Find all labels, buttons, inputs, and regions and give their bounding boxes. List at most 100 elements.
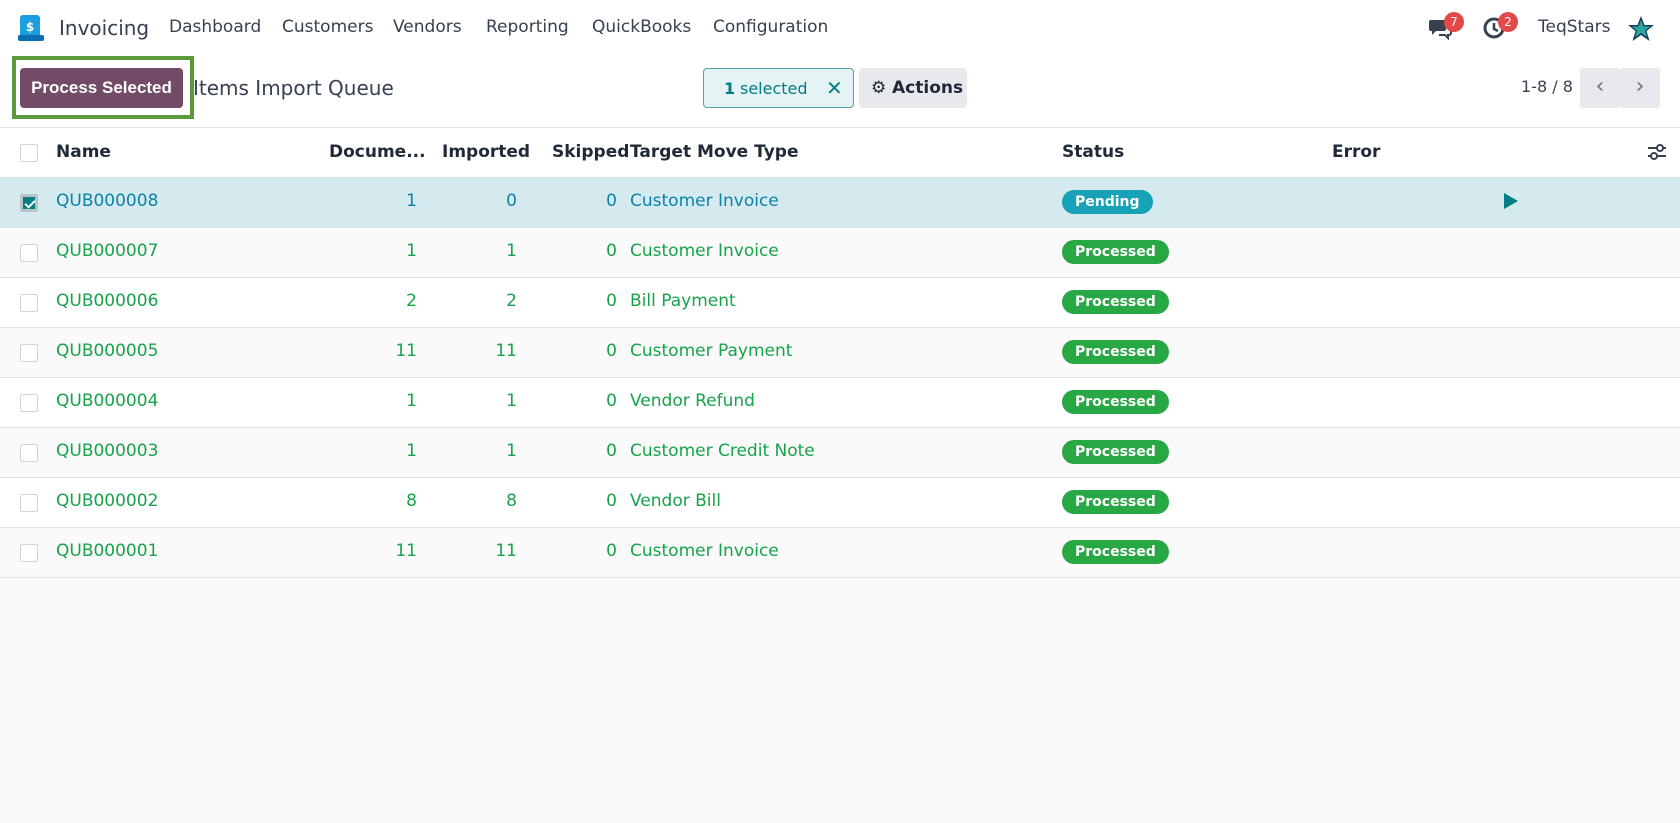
cell-target-move-type: Customer Credit Note xyxy=(630,441,815,461)
select-all-checkbox[interactable] xyxy=(20,144,38,162)
header-documents[interactable]: Docume... xyxy=(329,142,426,162)
pager-previous-chevron-left-icon[interactable]: ‹ xyxy=(1580,68,1620,108)
status-badge: Processed xyxy=(1062,490,1169,514)
status-badge: Processed xyxy=(1062,440,1169,464)
status-badge: Processed xyxy=(1062,390,1169,414)
cell-target-move-type: Bill Payment xyxy=(630,291,736,311)
status-badge: Processed xyxy=(1062,540,1169,564)
cell-name: QUB000008 xyxy=(56,191,159,211)
cell-imported: 2 xyxy=(506,291,517,311)
cell-target-move-type: Vendor Refund xyxy=(630,391,755,411)
selected-label: selected xyxy=(740,79,808,98)
cell-name: QUB000001 xyxy=(56,541,159,561)
nav-quickbooks[interactable]: QuickBooks xyxy=(592,17,691,37)
cell-documents: 11 xyxy=(395,541,417,561)
nav-vendors[interactable]: Vendors xyxy=(393,17,462,37)
row-checkbox[interactable] xyxy=(20,194,38,212)
cell-documents: 11 xyxy=(395,341,417,361)
table-row[interactable]: QUB000005 11 11 0 Customer Payment Proce… xyxy=(0,328,1680,378)
nav-reporting[interactable]: Reporting xyxy=(486,17,569,37)
page-title: Items Import Queue xyxy=(193,76,394,100)
play-process-icon[interactable] xyxy=(1503,192,1519,210)
cell-name: QUB000005 xyxy=(56,341,159,361)
cell-imported: 11 xyxy=(495,541,517,561)
cell-target-move-type: Customer Invoice xyxy=(630,541,779,561)
svg-text:$: $ xyxy=(26,20,34,34)
header-error[interactable]: Error xyxy=(1332,142,1380,162)
row-checkbox[interactable] xyxy=(20,494,38,512)
cell-imported: 11 xyxy=(495,341,517,361)
optional-columns-settings-icon[interactable] xyxy=(1647,142,1667,162)
nav-dashboard[interactable]: Dashboard xyxy=(169,17,261,37)
cell-imported: 1 xyxy=(506,441,517,461)
cell-skipped: 0 xyxy=(606,541,617,561)
cell-imported: 1 xyxy=(506,391,517,411)
cell-name: QUB000006 xyxy=(56,291,159,311)
header-imported[interactable]: Imported xyxy=(442,142,530,162)
selection-indicator: 1 selected ✕ xyxy=(703,68,854,108)
header-target-move-type[interactable]: Target Move Type xyxy=(630,142,799,162)
row-checkbox[interactable] xyxy=(20,544,38,562)
cell-skipped: 0 xyxy=(606,441,617,461)
status-badge: Processed xyxy=(1062,290,1169,314)
cell-target-move-type: Vendor Bill xyxy=(630,491,721,511)
cell-documents: 1 xyxy=(406,391,417,411)
table-row[interactable]: QUB000004 1 1 0 Vendor Refund Processed xyxy=(0,378,1680,428)
table-row[interactable]: QUB000001 11 11 0 Customer Invoice Proce… xyxy=(0,528,1680,578)
selected-count: 1 xyxy=(724,79,736,98)
app-name[interactable]: Invoicing xyxy=(59,16,149,40)
table-row[interactable]: QUB000002 8 8 0 Vendor Bill Processed xyxy=(0,478,1680,528)
row-checkbox[interactable] xyxy=(20,294,38,312)
cell-imported: 0 xyxy=(506,191,517,211)
messages-badge: 7 xyxy=(1444,12,1464,32)
table-row[interactable]: QUB000008 1 0 0 Customer Invoice Pending xyxy=(0,178,1680,228)
gear-icon: ⚙ xyxy=(871,78,887,98)
cell-target-move-type: Customer Invoice xyxy=(630,191,779,211)
cell-skipped: 0 xyxy=(606,391,617,411)
cell-imported: 8 xyxy=(506,491,517,511)
nav-customers[interactable]: Customers xyxy=(282,17,373,37)
clear-selection-icon[interactable]: ✕ xyxy=(826,76,843,100)
table-row[interactable]: QUB000007 1 1 0 Customer Invoice Process… xyxy=(0,228,1680,278)
row-checkbox[interactable] xyxy=(20,244,38,262)
cell-skipped: 0 xyxy=(606,191,617,211)
cell-name: QUB000007 xyxy=(56,241,159,261)
cell-target-move-type: Customer Payment xyxy=(630,341,793,361)
actions-button[interactable]: ⚙ Actions xyxy=(859,68,967,108)
table-row[interactable]: QUB000003 1 1 0 Customer Credit Note Pro… xyxy=(0,428,1680,478)
import-queue-table: Name Docume... Imported Skipped Target M… xyxy=(0,128,1680,578)
process-selected-button[interactable]: Process Selected xyxy=(20,68,183,108)
status-badge: Processed xyxy=(1062,340,1169,364)
cell-documents: 1 xyxy=(406,241,417,261)
row-checkbox[interactable] xyxy=(20,444,38,462)
cell-documents: 8 xyxy=(406,491,417,511)
company-star-logo-icon[interactable] xyxy=(1626,14,1656,44)
header-status[interactable]: Status xyxy=(1062,142,1124,162)
cell-skipped: 0 xyxy=(606,491,617,511)
user-name[interactable]: TeqStars xyxy=(1538,17,1610,37)
cell-documents: 1 xyxy=(406,441,417,461)
table-header: Name Docume... Imported Skipped Target M… xyxy=(0,128,1680,178)
row-checkbox[interactable] xyxy=(20,344,38,362)
row-checkbox[interactable] xyxy=(20,394,38,412)
pager-next-chevron-right-icon[interactable]: › xyxy=(1620,68,1660,108)
invoicing-app-icon[interactable]: $ xyxy=(18,15,44,41)
cell-target-move-type: Customer Invoice xyxy=(630,241,779,261)
header-skipped[interactable]: Skipped xyxy=(552,142,629,162)
table-row[interactable]: QUB000006 2 2 0 Bill Payment Processed xyxy=(0,278,1680,328)
status-badge: Pending xyxy=(1062,190,1153,214)
pager-value[interactable]: 1-8 / 8 xyxy=(1521,77,1573,96)
header-name[interactable]: Name xyxy=(56,142,111,162)
control-panel: Process Selected Items Import Queue 1 se… xyxy=(0,56,1680,128)
cell-name: QUB000002 xyxy=(56,491,159,511)
actions-label: Actions xyxy=(892,78,964,98)
cell-imported: 1 xyxy=(506,241,517,261)
activities-badge: 2 xyxy=(1498,12,1518,32)
cell-skipped: 0 xyxy=(606,291,617,311)
nav-configuration[interactable]: Configuration xyxy=(713,17,828,37)
cell-name: QUB000003 xyxy=(56,441,159,461)
cell-documents: 2 xyxy=(406,291,417,311)
cell-documents: 1 xyxy=(406,191,417,211)
cell-name: QUB000004 xyxy=(56,391,159,411)
top-navbar: $ Invoicing Dashboard Customers Vendors … xyxy=(0,0,1680,56)
